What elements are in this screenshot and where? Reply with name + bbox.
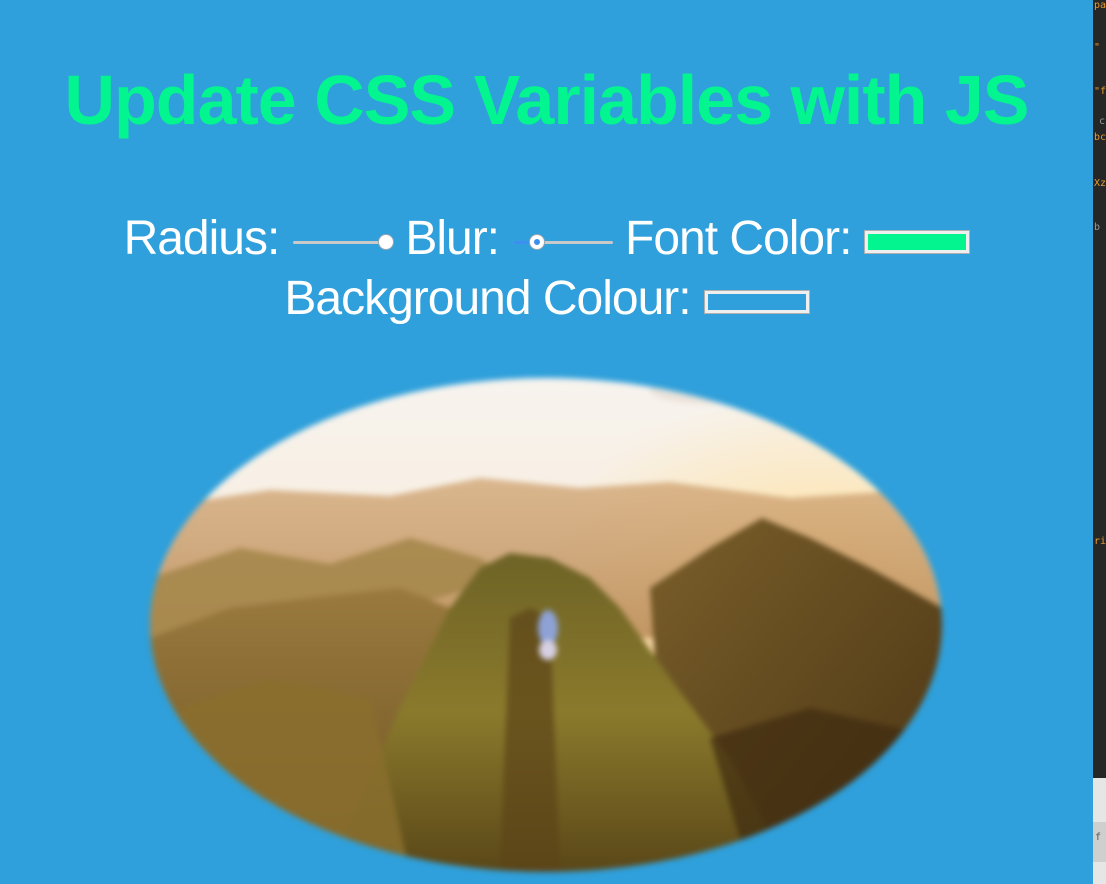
devtools-fragment: f [1095, 832, 1102, 843]
devtools-panel: f [1093, 778, 1106, 884]
controls-row-1: Radius: Blur: Font Color: [0, 208, 1093, 268]
devtools-fragment: " [1094, 42, 1101, 53]
controls-row-2: Background Colour: [0, 268, 1093, 328]
hero-image [150, 378, 942, 872]
blur-slider[interactable] [513, 232, 614, 252]
radius-slider-track [293, 241, 394, 245]
radius-label: Radius: [123, 211, 281, 265]
blur-slider-thumb[interactable] [530, 235, 545, 250]
demo-page: Update CSS Variables with JS Radius: Blu… [0, 0, 1093, 884]
radius-slider-thumb[interactable] [379, 235, 394, 250]
devtools-panel-inner: f [1093, 822, 1106, 862]
devtools-fragment: Xz [1094, 178, 1106, 189]
devtools-sidebar: pa " "f c bc Xz b ri f [1093, 0, 1106, 884]
devtools-fragment: ri [1094, 536, 1106, 547]
background-colour-picker[interactable] [704, 291, 809, 314]
blur-label: Blur: [405, 211, 500, 265]
font-color-picker[interactable] [865, 231, 970, 254]
devtools-fragment: "f [1094, 86, 1106, 97]
devtools-fragment: bc [1094, 132, 1106, 143]
page-title: Update CSS Variables with JS [64, 61, 1030, 139]
background-colour-label: Background Colour: [284, 271, 691, 325]
font-color-label: Font Color: [625, 211, 852, 265]
devtools-fragment: c [1099, 116, 1106, 127]
radius-slider[interactable] [293, 232, 394, 252]
mountain-landscape-image [150, 378, 942, 872]
devtools-fragment: b [1094, 222, 1101, 233]
devtools-fragment: pa [1094, 0, 1106, 11]
